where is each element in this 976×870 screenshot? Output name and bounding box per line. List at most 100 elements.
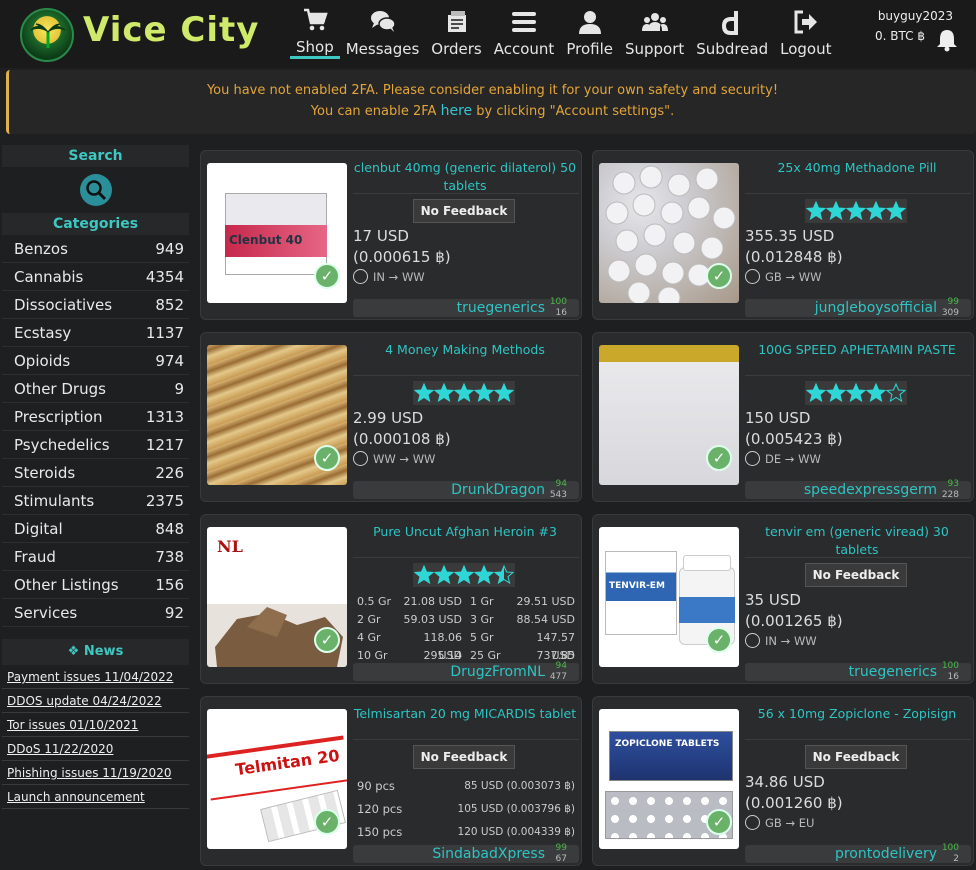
price-btc: (0.000615 ฿) [353, 248, 451, 266]
vendor-sales: 228 [941, 490, 959, 500]
star-filled-icon [414, 383, 434, 403]
enable-2fa-link[interactable]: here [441, 103, 473, 119]
vendor-rating: 100 [941, 843, 959, 853]
main-nav: Shop Messages Orders Account Profile Sup… [290, 4, 837, 59]
news-link[interactable]: DDOS update 04/24/2022 [7, 694, 162, 708]
category-item[interactable]: Prescription 1313 [2, 403, 189, 431]
listing-title[interactable]: clenbut 40mg (generic dilaterol) 50 tabl… [353, 159, 577, 195]
tier-price: 59.03 USD [403, 613, 463, 626]
news-link[interactable]: Phishing issues 11/19/2020 [7, 766, 171, 780]
listing-title[interactable]: 56 x 10mg Zopiclone - Zopisign [745, 705, 969, 723]
category-count: 4354 [145, 268, 184, 286]
product-image-text: Clenbut 40 [229, 233, 303, 247]
vendor-bar: truegenerics 100 16 [353, 297, 579, 318]
category-item[interactable]: Digital 848 [2, 515, 189, 543]
news-link[interactable]: Launch announcement [7, 790, 145, 804]
news-item[interactable]: DDOS update 04/24/2022 [2, 689, 189, 713]
category-item[interactable]: Cannabis 4354 [2, 263, 189, 291]
cart-icon [303, 8, 328, 31]
news-link[interactable]: Payment issues 11/04/2022 [7, 670, 173, 684]
nav-profile[interactable]: Profile [560, 4, 619, 58]
news-item[interactable]: Payment issues 11/04/2022 [2, 665, 189, 689]
nav-shop[interactable]: Shop [290, 4, 340, 59]
listing-card[interactable]: ✓ 4 Money Making Methods 2.99 USD (0.0001… [200, 332, 582, 502]
price: 150 USD (0.005423 ฿) [745, 408, 843, 450]
quantity-option[interactable]: 90 pcs 85 USD (0.003073 ฿) [353, 775, 579, 798]
listing-title[interactable]: Telmisartan 20 mg MICARDIS tablet [353, 705, 577, 723]
news-item[interactable]: Tor issues 01/10/2021 [2, 713, 189, 737]
username[interactable]: buyguy2023 [875, 6, 953, 26]
news-link[interactable]: Tor issues 01/10/2021 [7, 718, 138, 732]
nav-account[interactable]: Account [488, 4, 561, 58]
category-count: 2375 [145, 492, 184, 510]
category-item[interactable]: Other Listings 156 [2, 571, 189, 599]
category-item[interactable]: Fraud 738 [2, 543, 189, 571]
nav-messages[interactable]: Messages [340, 4, 426, 58]
listing-card[interactable]: TENVIR-EM ✓ tenvir em (generic viread) 3… [592, 514, 974, 684]
category-name: Ecstasy [14, 324, 72, 342]
rating-stars [413, 563, 515, 587]
listing-card[interactable]: ZOPICLONE TABLETS ✓ 56 x 10mg Zopiclone … [592, 696, 974, 866]
nav-orders[interactable]: Orders [425, 4, 487, 58]
vendor-name[interactable]: DrugzFromNL [450, 663, 545, 681]
listing-card[interactable]: Telmitan 20 ✓ Telmisartan 20 mg MICARDIS… [200, 696, 582, 866]
category-item[interactable]: Benzos 949 [2, 235, 189, 263]
vendor-name[interactable]: SindabadXpress [432, 845, 545, 863]
quantity-option[interactable]: 150 pcs 120 USD (0.004339 ฿) [353, 821, 579, 844]
vendor-rating: 94 [555, 479, 567, 489]
category-item[interactable]: Ecstasy 1137 [2, 319, 189, 347]
category-item[interactable]: Services 92 [2, 599, 189, 627]
listing-card[interactable]: ✓ 25x 40mg Methadone Pill 355.35 USD (0.0… [592, 150, 974, 320]
category-count: 1313 [145, 408, 184, 426]
vendor-sales: 67 [555, 854, 567, 864]
news-item[interactable]: Launch announcement [2, 785, 189, 809]
tier-price: 118.06 USD [423, 631, 463, 662]
category-item[interactable]: Psychedelics 1217 [2, 431, 189, 459]
listing-title[interactable]: tenvir em (generic viread) 30 tablets [745, 523, 969, 559]
nav-support[interactable]: Support [619, 4, 690, 58]
listing-title[interactable]: Pure Uncut Afghan Heroin #3 [353, 523, 577, 541]
listing-title[interactable]: 25x 40mg Methadone Pill [745, 159, 969, 177]
vendor-name[interactable]: truegenerics [457, 299, 545, 317]
alert-text: by clicking "Account settings". [472, 104, 675, 119]
tier-quantity: 3 Gr [470, 613, 494, 626]
brand-name[interactable]: Vice City [83, 10, 259, 50]
nav-subdread[interactable]: Subdread [690, 4, 774, 58]
listing-card[interactable]: ✓ 100G SPEED APHETAMIN PASTE 150 USD (0.0… [592, 332, 974, 502]
search-icon[interactable] [79, 174, 112, 206]
category-item[interactable]: Stimulants 2375 [2, 487, 189, 515]
news-item[interactable]: DDoS 11/22/2020 [2, 737, 189, 761]
listing-card[interactable]: NL ✓ Pure Uncut Afghan Heroin #3 0.5 Gr 2… [200, 514, 582, 684]
vendor-name[interactable]: prontodelivery [835, 845, 937, 863]
listing-title[interactable]: 4 Money Making Methods [353, 341, 577, 359]
vendor-name[interactable]: DrunkDragon [451, 481, 545, 499]
category-item[interactable]: Steroids 226 [2, 459, 189, 487]
palm-logo-icon[interactable] [20, 8, 74, 62]
bell-icon[interactable] [936, 28, 958, 52]
news-list: Payment issues 11/04/2022 DDOS update 04/… [2, 665, 189, 809]
rating-stars [805, 381, 907, 405]
category-item[interactable]: Dissociatives 852 [2, 291, 189, 319]
search-button[interactable] [2, 167, 189, 213]
vendor-bar: jungleboysofficial 99 309 [745, 297, 971, 318]
category-name: Cannabis [14, 268, 84, 286]
globe-icon [353, 269, 368, 284]
nav-label: Logout [780, 40, 832, 58]
listing-title[interactable]: 100G SPEED APHETAMIN PASTE [745, 341, 969, 359]
news-item[interactable]: Phishing issues 11/19/2020 [2, 761, 189, 785]
category-item[interactable]: Other Drugs 9 [2, 375, 189, 403]
star-filled-icon [454, 383, 474, 403]
category-item[interactable]: Opioids 974 [2, 347, 189, 375]
price-tier-row: 4 Gr 118.06 USD 5 Gr 147.57 USD [353, 629, 579, 662]
divider [745, 739, 971, 740]
price: 34.86 USD (0.001260 ฿) [745, 772, 843, 814]
globe-icon [353, 451, 368, 466]
news-link[interactable]: DDoS 11/22/2020 [7, 742, 113, 756]
nav-logout[interactable]: Logout [774, 4, 837, 58]
vendor-name[interactable]: jungleboysofficial [815, 299, 937, 317]
vendor-name[interactable]: speedexpressgerm [804, 481, 937, 499]
quantity-option[interactable]: 120 pcs 105 USD (0.003796 ฿) [353, 798, 579, 821]
vendor-name[interactable]: truegenerics [849, 663, 937, 681]
category-count: 226 [155, 464, 184, 482]
listing-card[interactable]: Clenbut 40 ✓ clenbut 40mg (generic dilat… [200, 150, 582, 320]
